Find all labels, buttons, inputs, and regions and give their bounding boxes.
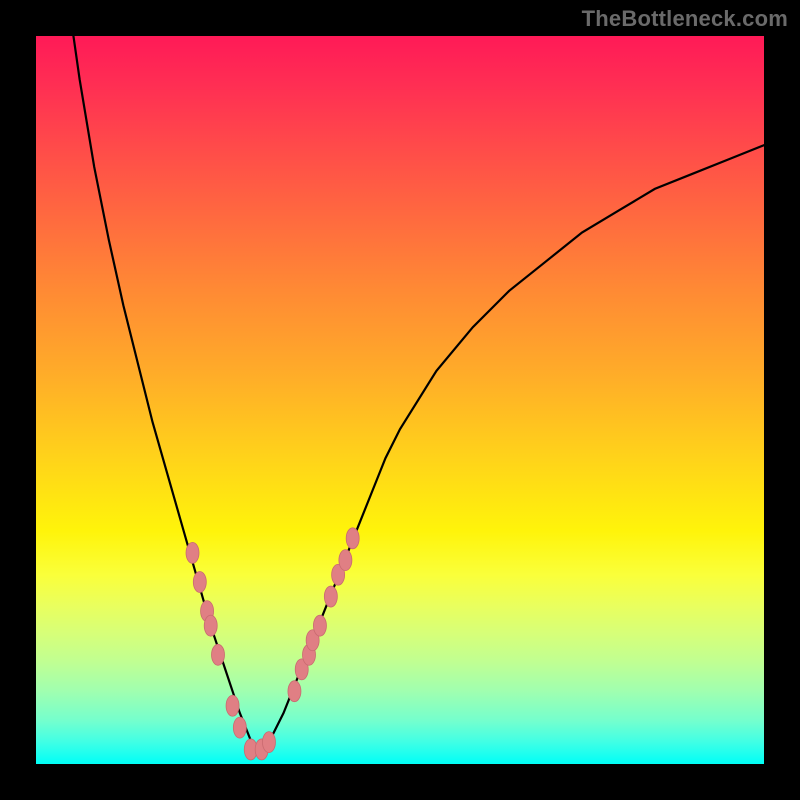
data-marker — [204, 615, 217, 636]
data-marker — [193, 572, 206, 593]
data-marker — [324, 586, 337, 607]
plot-area — [36, 36, 764, 764]
watermark-text: TheBottleneck.com — [582, 6, 788, 32]
data-marker — [226, 695, 239, 716]
data-markers — [186, 528, 359, 760]
data-marker — [212, 644, 225, 665]
data-marker — [346, 528, 359, 549]
bottleneck-curve — [36, 36, 764, 749]
bottleneck-curve-svg — [36, 36, 764, 764]
data-marker — [339, 550, 352, 571]
data-marker — [288, 681, 301, 702]
data-marker — [313, 615, 326, 636]
chart-frame: TheBottleneck.com — [0, 0, 800, 800]
data-marker — [262, 732, 275, 753]
data-marker — [186, 542, 199, 563]
data-marker — [233, 717, 246, 738]
